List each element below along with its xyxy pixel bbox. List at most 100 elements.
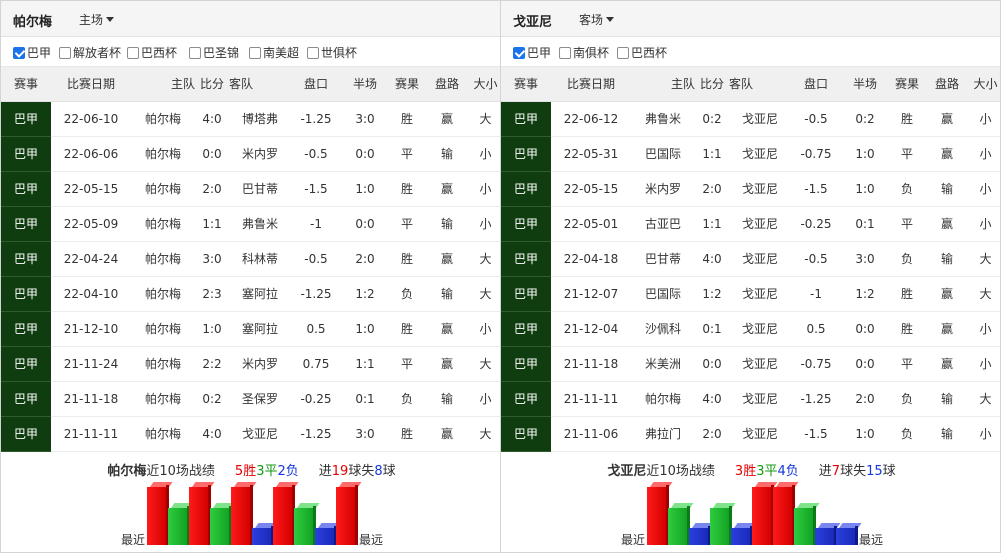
handicap-result-cell: 输: [925, 171, 969, 207]
away-team-cell: 科林蒂: [225, 241, 291, 277]
date-cell: 21-11-11: [551, 381, 631, 417]
venue-dropdown[interactable]: 客场: [579, 11, 615, 28]
column-header: 比分: [199, 67, 225, 102]
halftime-cell: 1:1: [341, 346, 389, 382]
handicap-result-cell: 输: [425, 136, 469, 172]
table-row[interactable]: 巴甲 22-04-10 帕尔梅 2:3 塞阿拉 -1.25 1:2 负输大: [1, 276, 500, 312]
handicap-result-cell: 赢: [925, 136, 969, 172]
score-cell: 0:0: [199, 136, 225, 172]
venue-dropdown[interactable]: 主场: [79, 11, 115, 28]
filter-checkbox-0[interactable]: 巴甲: [13, 44, 51, 61]
table-row[interactable]: 巴甲 22-06-12 弗鲁米 0:2 戈亚尼 -0.5 0:2 胜赢小: [501, 101, 1000, 137]
over-under-cell: 小: [469, 171, 500, 207]
form-bar-win: [189, 485, 211, 545]
league-cell: 巴甲: [501, 206, 551, 242]
table-header-row: 赛事 比赛日期 主队 比分 客队 盘口 半场 赛果 盘路 大小: [1, 67, 500, 102]
filter-checkbox-0[interactable]: 巴甲: [513, 44, 551, 61]
table-row[interactable]: 巴甲 22-05-15 米内罗 2:0 戈亚尼 -1.5 1:0 负输小: [501, 171, 1000, 207]
handicap-result-cell: 输: [425, 381, 469, 417]
summary-goals-against: 15: [866, 464, 883, 479]
checkbox-unchecked-icon[interactable]: [127, 46, 139, 59]
home-team-cell: 帕尔梅: [131, 241, 199, 277]
checkbox-unchecked-icon[interactable]: [307, 46, 319, 59]
home-team-cell: 弗拉门: [631, 416, 699, 452]
handicap-result-cell: 输: [425, 276, 469, 312]
over-under-cell: 小: [969, 206, 1000, 242]
handicap-result-cell: 赢: [925, 206, 969, 242]
handicap-result-cell: 赢: [425, 171, 469, 207]
table-row[interactable]: 巴甲 21-11-11 帕尔梅 4:0 戈亚尼 -1.25 2:0 负输大: [501, 381, 1000, 417]
checkbox-unchecked-icon[interactable]: [617, 46, 629, 59]
filter-checkbox-2[interactable]: 巴西杯: [617, 44, 667, 61]
score-cell: 4:0: [699, 241, 725, 277]
table-row[interactable]: 巴甲 21-11-24 帕尔梅 2:2 米内罗 0.75 1:1 平赢大: [1, 346, 500, 382]
handicap-cell: 0.5: [791, 311, 841, 347]
table-row[interactable]: 巴甲 22-05-31 巴国际 1:1 戈亚尼 -0.75 1:0 平赢小: [501, 136, 1000, 172]
table-row[interactable]: 巴甲 22-06-06 帕尔梅 0:0 米内罗 -0.5 0:0 平输小: [1, 136, 500, 172]
handicap-cell: -0.25: [291, 381, 341, 417]
checkbox-unchecked-icon[interactable]: [59, 46, 71, 59]
filter-checkbox-2[interactable]: 巴西杯: [127, 44, 177, 61]
over-under-cell: 小: [969, 311, 1000, 347]
table-row[interactable]: 巴甲 21-11-11 帕尔梅 4:0 戈亚尼 -1.25 3:0 胜赢大: [1, 416, 500, 452]
table-row[interactable]: 巴甲 21-11-18 米美洲 0:0 戈亚尼 -0.75 0:0 平赢小: [501, 346, 1000, 382]
table-row[interactable]: 巴甲 22-05-01 古亚巴 1:1 戈亚尼 -0.25 0:1 平赢小: [501, 206, 1000, 242]
over-under-cell: 小: [969, 171, 1000, 207]
handicap-cell: -1.25: [291, 276, 341, 312]
filter-label: 世俱杯: [321, 46, 358, 60]
over-under-cell: 大: [969, 276, 1000, 312]
score-cell: 2:0: [699, 171, 725, 207]
home-team-cell: 帕尔梅: [131, 346, 199, 382]
score-cell: 2:0: [699, 416, 725, 452]
home-team-cell: 巴甘蒂: [631, 241, 699, 277]
table-row[interactable]: 巴甲 21-12-04 沙佩科 0:1 戈亚尼 0.5 0:0 胜赢小: [501, 311, 1000, 347]
date-cell: 22-05-15: [51, 171, 131, 207]
filter-checkbox-1[interactable]: 南俱杯: [559, 44, 609, 61]
column-header: 大小: [969, 67, 1000, 102]
checkbox-unchecked-icon[interactable]: [249, 46, 261, 59]
league-cell: 巴甲: [501, 101, 551, 137]
league-cell: 巴甲: [1, 346, 51, 382]
table-row[interactable]: 巴甲 21-12-10 帕尔梅 1:0 塞阿拉 0.5 1:0 胜赢小: [1, 311, 500, 347]
table-row[interactable]: 巴甲 22-04-18 巴甘蒂 4:0 戈亚尼 -0.5 3:0 负输大: [501, 241, 1000, 277]
away-team-cell: 圣保罗: [225, 381, 291, 417]
score-cell: 4:0: [699, 381, 725, 417]
recent-label: 最近: [621, 533, 646, 547]
over-under-cell: 大: [469, 346, 500, 382]
summary-goals-label: 进: [818, 464, 832, 479]
home-team-cell: 巴国际: [631, 136, 699, 172]
table-row[interactable]: 巴甲 21-12-07 巴国际 1:2 戈亚尼 -1 1:2 胜赢大: [501, 276, 1000, 312]
over-under-cell: 小: [469, 136, 500, 172]
checkbox-unchecked-icon[interactable]: [189, 46, 201, 59]
result-cell: 负: [889, 416, 925, 452]
handicap-result-cell: 赢: [425, 416, 469, 452]
summary-goals-against: 8: [374, 464, 383, 479]
table-row[interactable]: 巴甲 21-11-18 帕尔梅 0:2 圣保罗 -0.25 0:1 负输小: [1, 381, 500, 417]
match-table: 赛事 比赛日期 主队 比分 客队 盘口 半场 赛果 盘路 大小 巴甲 22-06-10 帕尔梅 4:0 博塔…: [1, 67, 500, 452]
filter-label: 巴甲: [527, 46, 552, 60]
date-cell: 21-11-18: [51, 381, 131, 417]
summary-goals-for: 7: [831, 464, 841, 479]
checkbox-checked-icon[interactable]: [13, 46, 25, 59]
halftime-cell: 0:0: [841, 311, 889, 347]
score-cell: 0:0: [699, 346, 725, 382]
column-header: 客队: [225, 67, 291, 102]
checkbox-unchecked-icon[interactable]: [559, 46, 571, 59]
form-bar-win: [752, 485, 774, 545]
form-bar-draw: [668, 506, 690, 545]
table-row[interactable]: 巴甲 21-11-06 弗拉门 2:0 戈亚尼 -1.5 1:0 负输小: [501, 416, 1000, 452]
handicap-cell: -1: [791, 276, 841, 312]
date-cell: 21-12-10: [51, 311, 131, 347]
table-row[interactable]: 巴甲 22-05-15 帕尔梅 2:0 巴甘蒂 -1.5 1:0 胜赢小: [1, 171, 500, 207]
filter-checkbox-1[interactable]: 解放者杯: [59, 44, 121, 61]
halftime-cell: 0:1: [341, 381, 389, 417]
filter-checkbox-4[interactable]: 南美超: [249, 44, 299, 61]
table-row[interactable]: 巴甲 22-04-24 帕尔梅 3:0 科林蒂 -0.5 2:0 胜赢大: [1, 241, 500, 277]
filter-checkbox-3[interactable]: 巴圣锦: [189, 44, 239, 61]
table-row[interactable]: 巴甲 22-06-10 帕尔梅 4:0 博塔弗 -1.25 3:0 胜赢大: [1, 101, 500, 137]
table-row[interactable]: 巴甲 22-05-09 帕尔梅 1:1 弗鲁米 -1 0:0 平输小: [1, 206, 500, 242]
checkbox-checked-icon[interactable]: [513, 46, 525, 59]
handicap-cell: 0.5: [291, 311, 341, 347]
far-label: 最远: [859, 533, 884, 547]
filter-checkbox-5[interactable]: 世俱杯: [307, 44, 357, 61]
